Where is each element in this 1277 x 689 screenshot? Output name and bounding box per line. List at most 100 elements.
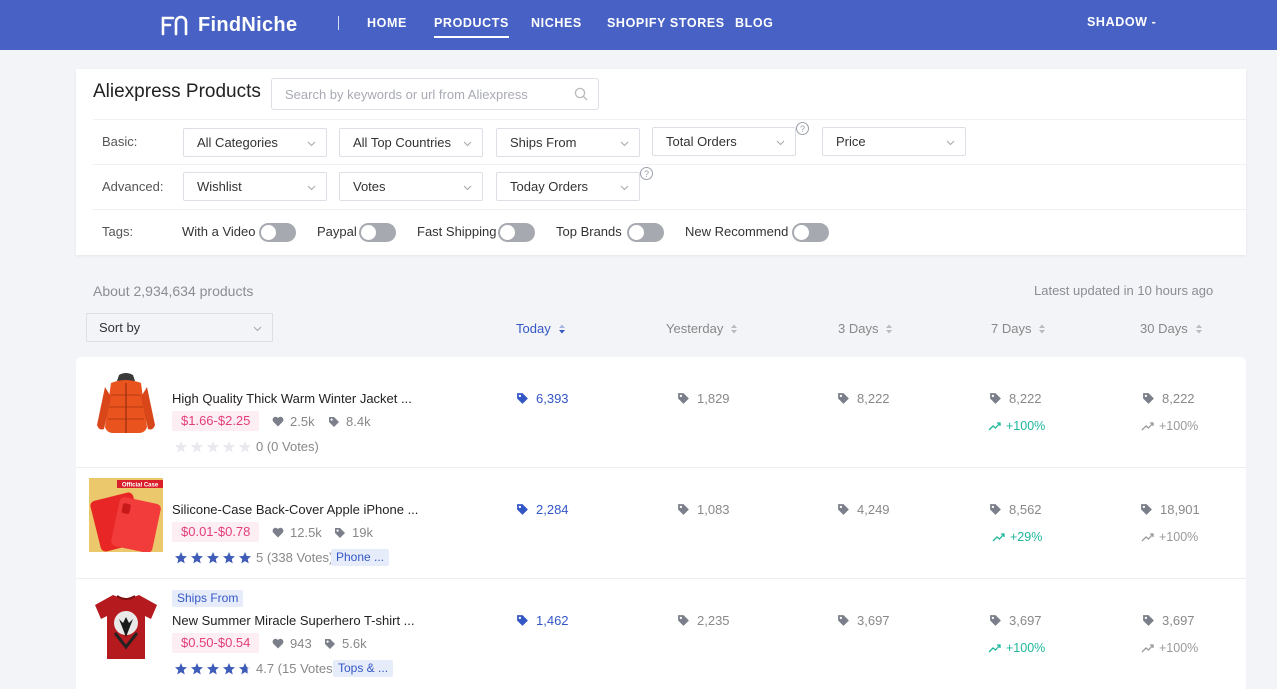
wishlist-value: 12.5k [290,525,322,540]
nav-home[interactable]: HOME [367,16,407,30]
column-7-days-label: 7 Days [991,321,1032,336]
tag-icon [678,615,689,626]
search-input[interactable] [272,79,562,109]
brand-name: FindNiche [198,13,298,36]
category-badge[interactable]: Tops & ... [333,660,394,677]
30-days-trend: +100% [1141,530,1198,544]
column-3-days[interactable]: 3 Days [838,321,893,336]
divider [93,164,1246,165]
tag-fast-shipping-label: Fast Shipping [417,224,497,239]
30-days-trend-value: +100% [1159,641,1199,655]
tag-icon [329,416,339,427]
search-icon[interactable] [574,87,588,101]
toggle-knob [629,225,644,240]
tags-label: Tags: [102,224,134,239]
product-price: $0.50-$0.54 [172,633,260,653]
wishlist-select-value: Wishlist [197,179,242,194]
7-days-trend: +100% [988,641,1045,655]
today-orders-value: 6,393 [536,391,569,406]
yesterday-orders: 1,829 [677,391,730,406]
tag-icon [678,393,689,404]
nav-products[interactable]: PRODUCTS [434,16,509,38]
page-title: Aliexpress Products [93,81,261,102]
wishlist-select[interactable]: Wishlist [183,172,327,201]
30-days-trend-value: +100% [1159,530,1199,544]
tag-top-brands-label: Top Brands [556,224,622,239]
tag-new-recommend-toggle[interactable] [792,223,829,242]
category-select-value: All Categories [197,135,278,150]
product-row[interactable]: Ships From New Summer Miracle Superhero … [76,579,1246,689]
help-icon[interactable]: ? [796,122,809,135]
toggle-knob [794,225,809,240]
tag-top-brands-toggle[interactable] [627,223,664,242]
tag-icon [990,504,1001,515]
price-select[interactable]: Price [822,127,966,156]
top-navigation-bar: FindNiche HOME PRODUCTS NICHES SHOPIFY S… [0,0,1277,50]
findniche-logo[interactable]: FindNiche [160,12,297,38]
nav-blog[interactable]: BLOG [735,16,774,30]
product-thumbnail[interactable] [89,367,163,441]
star-icon [239,551,251,563]
tag-icon [1143,615,1154,626]
chevron-down-icon [776,140,785,146]
column-today[interactable]: Today [516,321,566,336]
tag-icon [838,615,849,626]
help-icon[interactable]: ? [640,167,653,180]
column-yesterday[interactable]: Yesterday [666,321,738,336]
orders-value: 5.6k [342,636,367,651]
advanced-label: Advanced: [102,179,164,194]
tag-icon [517,615,528,626]
divider [93,119,1246,120]
search-box[interactable] [271,78,599,110]
column-7-days[interactable]: 7 Days [991,321,1046,336]
votes-select[interactable]: Votes [339,172,483,201]
30-days-trend: +100% [1141,641,1198,655]
ships-from-badge[interactable]: Ships From [172,590,244,607]
nav-shopify-stores[interactable]: SHOPIFY STORES [607,16,725,30]
trend-up-icon [1141,644,1154,653]
product-title[interactable]: High Quality Thick Warm Winter Jacket ..… [172,391,412,406]
sort-by-select[interactable]: Sort by [86,313,273,342]
tag-icon [838,393,849,404]
today-orders-select[interactable]: Today Orders [496,172,640,201]
toggle-knob [261,225,276,240]
tag-with-video-toggle[interactable] [259,223,296,242]
user-menu[interactable]: SHADOW - [1087,15,1156,29]
tag-icon [838,504,849,515]
star-icon [175,551,187,563]
tag-icon [1143,393,1154,404]
product-row[interactable]: Official Case Silicone-Case Back-Cover A… [76,468,1246,579]
product-title[interactable]: New Summer Miracle Superhero T-shirt ... [172,613,415,628]
nav-niches[interactable]: NICHES [531,16,582,30]
column-30-days[interactable]: 30 Days [1140,321,1203,336]
star-icon [207,551,219,563]
toggle-knob [500,225,515,240]
results-count: About 2,934,634 products [93,283,254,299]
rating-stars: 0 (0 Votes) [174,439,319,454]
3-days-orders: 4,249 [837,502,890,517]
chevron-down-icon [307,185,316,191]
sort-icon [886,324,893,333]
rating-votes: 4.7 (15 Votes) [256,661,337,676]
yesterday-orders-value: 1,829 [697,391,730,406]
category-badge[interactable]: Phone ... [331,549,390,566]
tag-fast-shipping-toggle[interactable] [498,223,535,242]
3-days-orders-value: 3,697 [857,613,890,628]
star-icon [223,551,235,563]
product-thumbnail[interactable]: Official Case [89,478,163,552]
chevron-down-icon [463,141,472,147]
chevron-down-icon [946,140,955,146]
total-orders-select[interactable]: Total Orders [652,127,796,156]
category-select[interactable]: All Categories [183,128,327,157]
ships-from-select-value: Ships From [510,135,577,150]
today-orders-value: 2,284 [536,502,569,517]
product-row[interactable]: High Quality Thick Warm Winter Jacket ..… [76,357,1246,468]
product-thumbnail[interactable] [89,589,163,663]
votes-select-value: Votes [353,179,386,194]
product-title[interactable]: Silicone-Case Back-Cover Apple iPhone ..… [172,502,418,517]
star-empty-icon [191,440,203,452]
countries-select[interactable]: All Top Countries [339,128,483,157]
ships-from-select[interactable]: Ships From [496,128,640,157]
star-empty-icon [239,440,251,452]
tag-paypal-toggle[interactable] [359,223,396,242]
